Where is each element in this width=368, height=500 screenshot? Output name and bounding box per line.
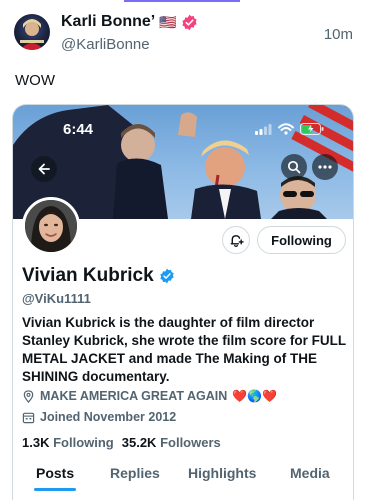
following-stat[interactable]: 1.3K Following <box>22 435 114 450</box>
battery-icon <box>300 122 324 140</box>
status-bar-icons <box>255 122 324 140</box>
tweet-author-handle[interactable]: @KarliBonne <box>61 36 150 53</box>
profile-name: Vivian Kubrick <box>22 265 154 286</box>
verified-badge-icon <box>159 268 175 284</box>
top-accent-bar <box>124 0 240 2</box>
embedded-profile-screenshot[interactable]: 6:44 Following Vivian Kubrick @ViKu1111 … <box>12 104 354 500</box>
profile-bio: Vivian Kubrick is the daughter of film d… <box>22 315 346 384</box>
back-arrow-icon[interactable] <box>31 156 57 182</box>
profile-name-row: Vivian Kubrick <box>22 265 175 287</box>
following-button[interactable]: Following <box>257 226 346 254</box>
calendar-icon <box>22 411 35 424</box>
following-count: 1.3K <box>22 435 50 450</box>
search-icon[interactable] <box>281 154 307 180</box>
following-label: Following <box>53 435 114 450</box>
bell-plus-icon[interactable] <box>222 226 250 254</box>
tweet-text: WOW <box>15 72 55 89</box>
tweet-author-avatar[interactable] <box>14 14 50 50</box>
tweet-timestamp[interactable]: 10m <box>324 26 353 43</box>
followers-label: Followers <box>160 435 221 450</box>
tab-media[interactable]: Media <box>290 465 330 481</box>
wifi-icon <box>278 122 294 140</box>
follow-stats: 1.3K Following 35.2K Followers <box>22 435 221 450</box>
flag-emoji: 🇺🇸 <box>159 13 177 30</box>
location-emojis: ❤️🌎❤️ <box>232 389 278 403</box>
tweet-author-name[interactable]: Karli Bonne’ <box>61 13 155 31</box>
tweet-author-row: Karli Bonne’ 🇺🇸 <box>61 13 198 31</box>
location-text: MAKE AMERICA GREAT AGAIN <box>40 389 228 403</box>
tab-highlights[interactable]: Highlights <box>188 465 256 481</box>
tab-posts[interactable]: Posts <box>36 465 74 481</box>
profile-joined: Joined November 2012 <box>22 410 176 424</box>
profile-avatar[interactable] <box>22 197 80 255</box>
active-tab-indicator <box>34 488 76 491</box>
tab-replies[interactable]: Replies <box>110 465 160 481</box>
joined-text: Joined November 2012 <box>40 410 177 424</box>
signal-icon <box>255 122 272 140</box>
verified-badge-icon <box>181 14 198 31</box>
followers-stat[interactable]: 35.2K Followers <box>122 435 221 450</box>
more-dots-icon[interactable] <box>312 154 338 180</box>
status-bar-time: 6:44 <box>63 121 94 138</box>
profile-handle: @ViKu1111 <box>22 291 91 306</box>
followers-count: 35.2K <box>121 435 157 450</box>
profile-location: MAKE AMERICA GREAT AGAIN ❤️🌎❤️ <box>22 389 277 403</box>
profile-tabs: Posts Replies Highlights Media <box>13 463 353 500</box>
location-pin-icon <box>22 389 35 403</box>
